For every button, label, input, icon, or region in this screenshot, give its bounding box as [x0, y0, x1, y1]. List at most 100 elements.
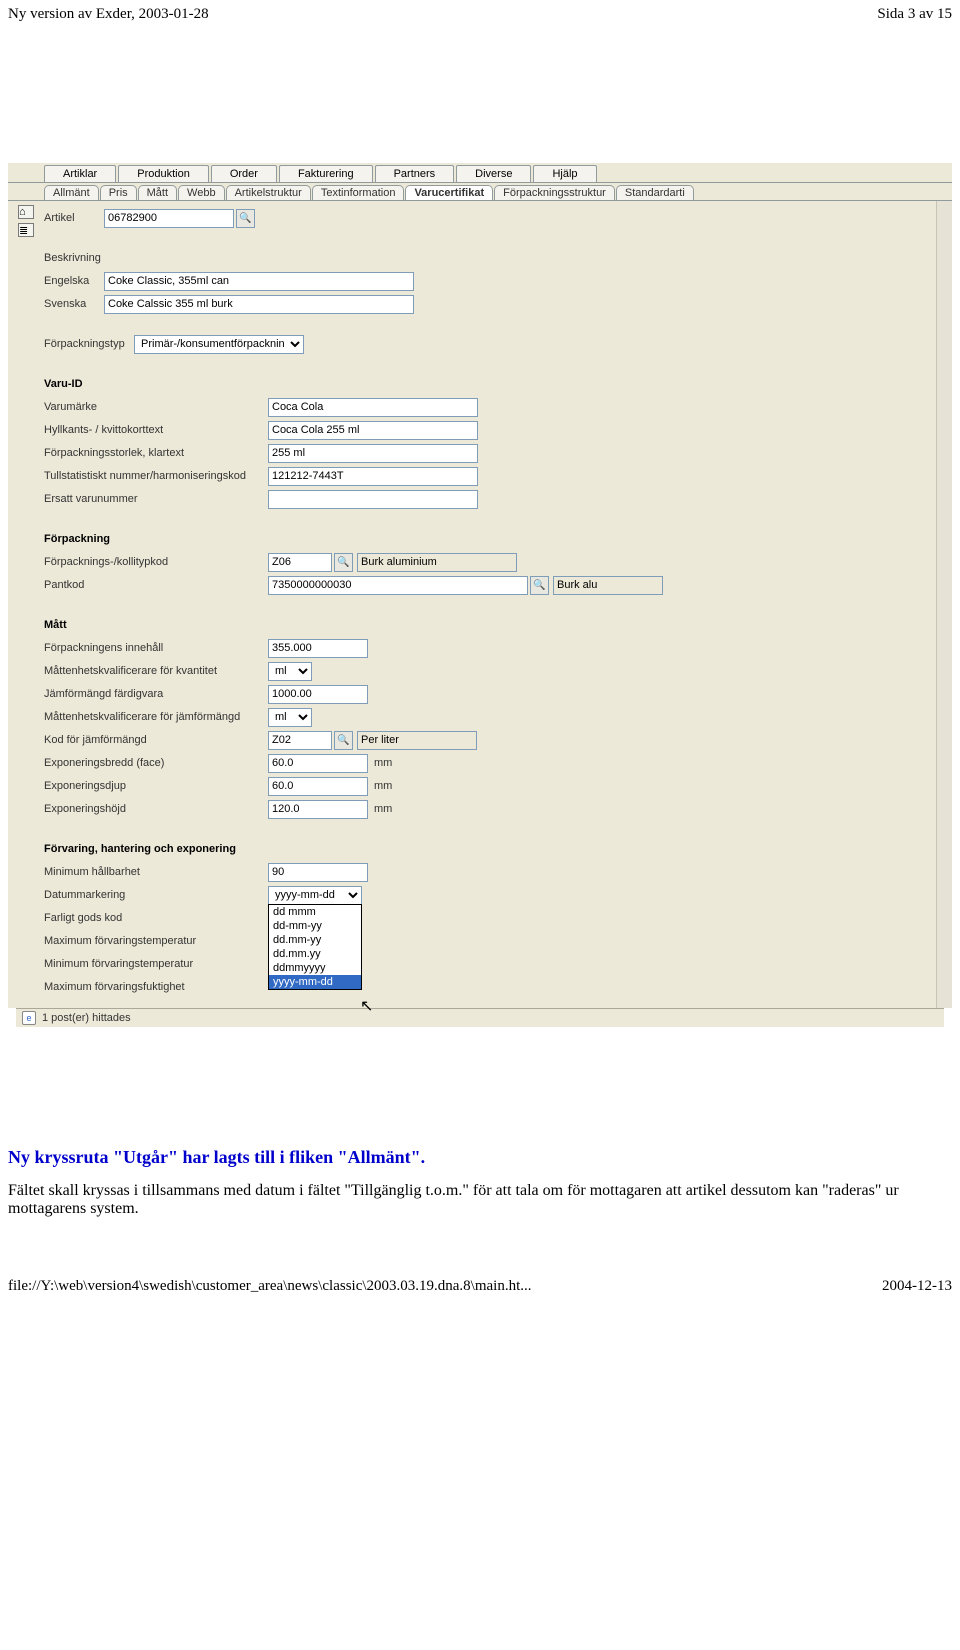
main-tab[interactable]: Hjälp — [533, 165, 596, 182]
status-icon: e — [22, 1011, 36, 1025]
farligt-gods-label: Farligt gods kod — [44, 912, 268, 924]
kod-jamfor-lookup-icon[interactable]: 🔍 — [334, 731, 353, 750]
ersatt-input[interactable] — [268, 490, 478, 509]
max-forv-fukt-label: Maximum förvaringsfuktighet — [44, 981, 268, 993]
main-tab[interactable]: Diverse — [456, 165, 531, 182]
min-forv-temp-label: Minimum förvaringstemperatur — [44, 958, 268, 970]
forp-storlek-input[interactable] — [268, 444, 478, 463]
expon-bredd-input[interactable] — [268, 754, 368, 773]
footer-path: file://Y:\web\version4\swedish\customer_… — [8, 1278, 532, 1295]
forp-kolli-code-input[interactable] — [268, 553, 332, 572]
list-icon[interactable]: ≣ — [18, 223, 34, 237]
pantkod-label: Pantkod — [44, 579, 268, 591]
forp-storlek-label: Förpackningsstorlek, klartext — [44, 447, 268, 459]
forpackningstyp-label: Förpackningstyp — [44, 338, 134, 350]
engelska-label: Engelska — [44, 275, 104, 287]
sub-tab[interactable]: Mått — [138, 185, 177, 200]
hyllkant-label: Hyllkants- / kvittokorttext — [44, 424, 268, 436]
hyllkant-input[interactable] — [268, 421, 478, 440]
datummark-label: Datummarkering — [44, 889, 268, 901]
main-tab[interactable]: Fakturering — [279, 165, 373, 182]
vertical-scrollbar[interactable] — [936, 201, 952, 1008]
sub-tab[interactable]: Textinformation — [312, 185, 405, 200]
forp-kolli-desc — [357, 553, 517, 572]
min-hallbar-input[interactable] — [268, 863, 368, 882]
min-hallbar-label: Minimum hållbarhet — [44, 866, 268, 878]
main-tab-bar: ArtiklarProduktionOrderFaktureringPartne… — [8, 163, 952, 183]
artikel-lookup-icon[interactable]: 🔍 — [236, 209, 255, 228]
footer-date: 2004-12-13 — [882, 1278, 952, 1295]
forp-innehall-input[interactable] — [268, 639, 368, 658]
sub-tab[interactable]: Allmänt — [44, 185, 99, 200]
dropdown-option[interactable]: ddmmyyyy — [269, 961, 361, 975]
page-footer: file://Y:\web\version4\swedish\customer_… — [0, 1218, 960, 1303]
matt-kval-jamfor-label: Måttenhetskvalificerare för jämförmängd — [44, 711, 268, 723]
expon-hojd-input[interactable] — [268, 800, 368, 819]
forpackning-heading: Förpackning — [44, 533, 268, 545]
desc-en-input[interactable] — [104, 272, 414, 291]
form-panel: ⌂ ≣ Artikel 🔍 Beskrivning Engelska Svens… — [8, 201, 952, 1008]
home-icon[interactable]: ⌂ — [18, 205, 34, 219]
footnote-section: Ny kryssruta "Utgår" har lagts till i fl… — [8, 1147, 952, 1218]
forp-kolli-lookup-icon[interactable]: 🔍 — [334, 553, 353, 572]
datummark-dropdown-list[interactable]: dd mmmdd-mm-yydd.mm-yydd.mm.yyddmmyyyyyy… — [268, 904, 362, 990]
varumarke-input[interactable] — [268, 398, 478, 417]
kod-jamfor-desc — [357, 731, 477, 750]
unit-kvant-select[interactable]: ml — [268, 662, 312, 681]
dropdown-option[interactable]: dd.mm.yy — [269, 947, 361, 961]
sub-tab[interactable]: Varucertifikat — [405, 185, 493, 200]
pantkod-desc — [553, 576, 663, 595]
doc-title: Ny version av Exder, 2003-01-28 — [8, 6, 209, 23]
datummark-select[interactable]: yyyy-mm-dd — [268, 886, 362, 905]
dropdown-option[interactable]: yyyy-mm-dd — [269, 975, 361, 989]
page-number: Sida 3 av 15 — [877, 6, 952, 23]
main-tab[interactable]: Order — [211, 165, 277, 182]
max-forv-temp-label: Maximum förvaringstemperatur — [44, 935, 268, 947]
varumarke-label: Varumärke — [44, 401, 268, 413]
mm-unit-1: mm — [374, 757, 392, 769]
unit-jamfor-select[interactable]: ml — [268, 708, 312, 727]
sub-tab[interactable]: Standardarti — [616, 185, 694, 200]
status-text: 1 post(er) hittades — [42, 1012, 131, 1024]
expon-bredd-label: Exponeringsbredd (face) — [44, 757, 268, 769]
sub-tab-bar: AllmäntPrisMåttWebbArtikelstrukturTextin… — [8, 183, 952, 201]
status-bar: e 1 post(er) hittades — [16, 1008, 944, 1027]
app-window: ArtiklarProduktionOrderFaktureringPartne… — [8, 163, 952, 1027]
forp-kolli-label: Förpacknings-/kollitypkod — [44, 556, 268, 568]
artikel-label: Artikel — [44, 212, 104, 224]
beskrivning-heading: Beskrivning — [44, 252, 124, 264]
sub-tab[interactable]: Artikelstruktur — [226, 185, 311, 200]
expon-hojd-label: Exponeringshöjd — [44, 803, 268, 815]
desc-sv-input[interactable] — [104, 295, 414, 314]
kod-jamfor-code-input[interactable] — [268, 731, 332, 750]
forp-innehall-label: Förpackningens innehåll — [44, 642, 268, 654]
dropdown-option[interactable]: dd mmm — [269, 905, 361, 919]
mm-unit-2: mm — [374, 780, 392, 792]
artikel-input[interactable] — [104, 209, 234, 228]
expon-djup-label: Exponeringsdjup — [44, 780, 268, 792]
main-tab[interactable]: Partners — [375, 165, 455, 182]
matt-heading: Mått — [44, 619, 268, 631]
sub-tab[interactable]: Webb — [178, 185, 225, 200]
kod-jamfor-label: Kod för jämförmängd — [44, 734, 268, 746]
sub-tab[interactable]: Förpackningsstruktur — [494, 185, 615, 200]
footnote-title: Ny kryssruta "Utgår" har lagts till i fl… — [8, 1147, 952, 1168]
jamfor-fardig-label: Jämförmängd färdigvara — [44, 688, 268, 700]
side-toolbar: ⌂ ≣ — [18, 205, 34, 1000]
expon-djup-input[interactable] — [268, 777, 368, 796]
pantkod-input[interactable] — [268, 576, 528, 595]
mm-unit-3: mm — [374, 803, 392, 815]
forpackningstyp-select[interactable]: Primär-/konsumentförpackning — [134, 335, 304, 354]
forvaring-heading: Förvaring, hantering och exponering — [44, 843, 268, 855]
pantkod-lookup-icon[interactable]: 🔍 — [530, 576, 549, 595]
dropdown-option[interactable]: dd.mm-yy — [269, 933, 361, 947]
jamfor-fardig-input[interactable] — [268, 685, 368, 704]
svenska-label: Svenska — [44, 298, 104, 310]
main-tab[interactable]: Artiklar — [44, 165, 116, 182]
tullstat-input[interactable] — [268, 467, 478, 486]
sub-tab[interactable]: Pris — [100, 185, 137, 200]
tullstat-label: Tullstatistiskt nummer/harmoniseringskod — [44, 470, 268, 482]
dropdown-option[interactable]: dd-mm-yy — [269, 919, 361, 933]
footnote-body: Fältet skall kryssas i tillsammans med d… — [8, 1182, 952, 1218]
main-tab[interactable]: Produktion — [118, 165, 209, 182]
